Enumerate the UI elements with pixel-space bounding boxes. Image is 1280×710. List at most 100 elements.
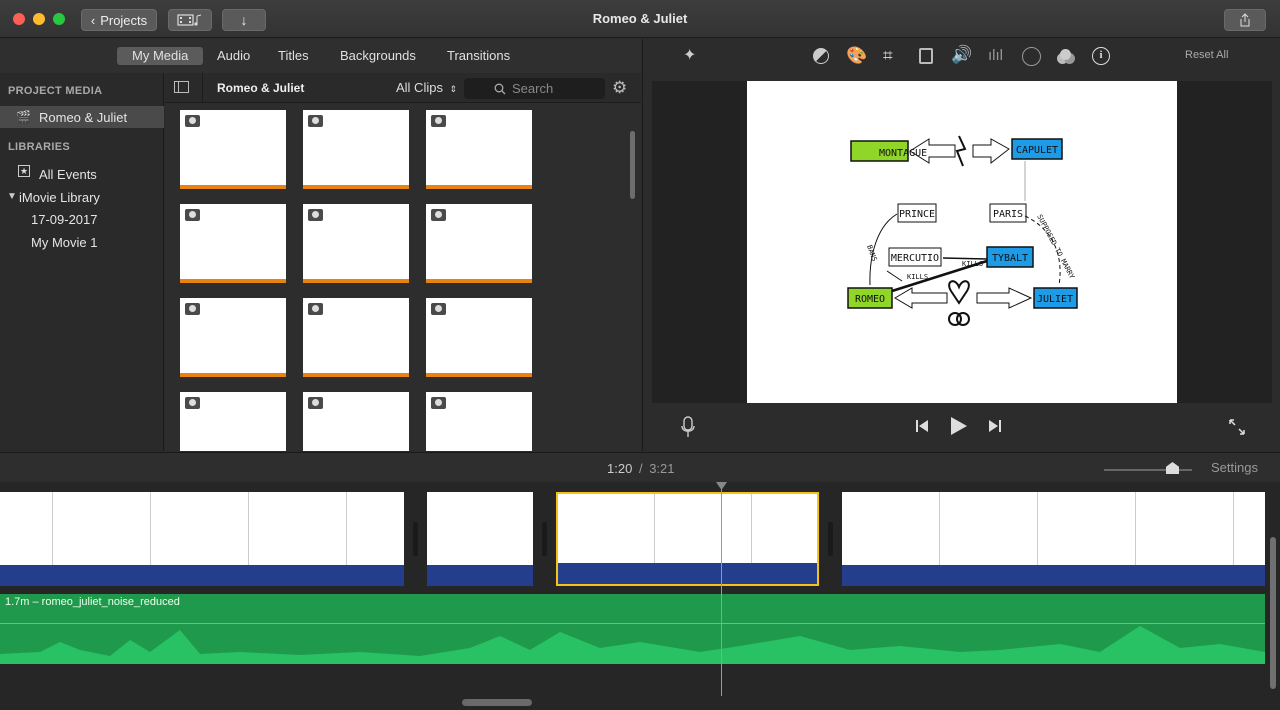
camera-icon (431, 115, 446, 127)
color-balance-icon[interactable] (813, 48, 829, 64)
browser-header: Romeo & Juliet All Clips ⇕ Search ⚙ (165, 73, 641, 103)
used-clip-indicator (426, 373, 532, 377)
media-browser: Romeo & Juliet All Clips ⇕ Search ⚙ (165, 73, 641, 451)
camera-icon (308, 303, 323, 315)
project-media-heading: PROJECT MEDIA (8, 85, 103, 97)
search-placeholder: Search (512, 81, 554, 96)
arrow-down-icon: ↓ (240, 12, 248, 28)
clip-thumbnail[interactable] (303, 204, 409, 283)
libraries-sidebar: PROJECT MEDIA 🎬 Romeo & Juliet LIBRARIES… (0, 73, 164, 451)
romeo-juliet-diagram: MONTAGUE CAPULET PRINCE PARIS MERCUTIO T… (847, 135, 1078, 326)
import-button[interactable]: ↓ (222, 9, 266, 31)
audio-clip[interactable]: 1.7m – romeo_juliet_noise_reduced (0, 594, 1265, 664)
disclosure-triangle-icon[interactable]: ▼ (7, 191, 17, 202)
viewer-panel: ✦ 🎨 ⌗ 🔊 ılıl i Reset All MONTAGUE CAPULE… (642, 39, 1280, 451)
used-clip-indicator (303, 279, 409, 283)
magic-wand-icon[interactable]: ✦ (683, 45, 696, 65)
transition-marker[interactable] (413, 522, 418, 556)
chevron-left-icon: ‹ (90, 12, 96, 28)
tab-transitions[interactable]: Transitions (432, 47, 525, 65)
play-icon[interactable] (949, 415, 969, 442)
tab-backgrounds[interactable]: Backgrounds (325, 47, 431, 65)
browser-title: Romeo & Juliet (217, 81, 305, 95)
reset-all-button[interactable]: Reset All (1185, 49, 1228, 61)
tab-my-media[interactable]: My Media (117, 47, 204, 65)
playhead-handle[interactable] (716, 482, 727, 490)
zoom-slider-knob[interactable] (1166, 462, 1179, 474)
diagram-tybalt: TYBALT (992, 253, 1028, 264)
sidebar-item-library-label: iMovie Library (19, 190, 100, 205)
camera-icon (185, 115, 200, 127)
minimize-window-button[interactable] (33, 13, 45, 25)
video-clip[interactable] (842, 492, 1265, 586)
share-icon (1240, 13, 1250, 27)
fullscreen-icon[interactable] (1228, 418, 1246, 441)
sidebar-item-event[interactable]: 17-09-2017 (31, 212, 98, 227)
transition-marker[interactable] (542, 522, 547, 556)
used-clip-indicator (180, 185, 286, 189)
used-clip-indicator (426, 185, 532, 189)
sidebar-item-movie[interactable]: My Movie 1 (31, 235, 97, 250)
volume-icon[interactable]: 🔊 (951, 45, 972, 65)
gear-icon[interactable]: ⚙ (612, 79, 627, 97)
clip-thumbnail[interactable] (303, 298, 409, 377)
speed-icon[interactable] (1022, 47, 1041, 66)
sidebar-item-all-events[interactable]: ★ All Events (0, 165, 164, 185)
close-window-button[interactable] (13, 13, 25, 25)
skip-forward-icon[interactable] (988, 419, 1002, 438)
video-clip[interactable] (427, 492, 533, 586)
diagram-bans: BANS (865, 244, 878, 263)
tab-audio[interactable]: Audio (202, 47, 265, 65)
tab-titles[interactable]: Titles (263, 47, 324, 65)
sidebar-toggle-icon[interactable] (174, 81, 189, 93)
diagram-prince: PRINCE (899, 209, 935, 220)
timeline: 1.7m – romeo_juliet_noise_reduced (0, 482, 1280, 710)
camera-icon (431, 303, 446, 315)
clip-thumbnail[interactable] (303, 110, 409, 189)
playhead[interactable] (721, 482, 722, 696)
sidebar-item-all-events-label: All Events (39, 167, 97, 182)
video-clip[interactable] (0, 492, 404, 586)
zoom-window-button[interactable] (53, 13, 65, 25)
clips-filter-label: All Clips (396, 80, 443, 95)
media-tabs: My Media Audio Titles Backgrounds Transi… (0, 39, 641, 73)
sidebar-item-library[interactable]: ▼ iMovie Library (0, 188, 164, 208)
diagram-supposed: SUPPOSED TO MARRY (1035, 213, 1076, 281)
libraries-heading: LIBRARIES (8, 141, 70, 153)
diagram-juliet: JULIET (1037, 294, 1073, 305)
diagram-kills-2: KILLS (962, 260, 983, 268)
clip-thumbnail[interactable] (180, 298, 286, 377)
timeline-settings-button[interactable]: Settings (1211, 460, 1258, 475)
crop-icon[interactable]: ⌗ (883, 46, 893, 66)
timeline-vertical-scrollbar[interactable] (1270, 537, 1276, 689)
clip-thumbnail[interactable] (180, 392, 286, 451)
browser-scrollbar[interactable] (630, 131, 635, 199)
filter-icon[interactable] (1057, 49, 1075, 65)
chevron-updown-icon: ⇕ (449, 84, 458, 94)
clip-thumbnail[interactable] (426, 298, 532, 377)
clip-thumbnail[interactable] (303, 392, 409, 451)
microphone-icon[interactable] (681, 416, 695, 437)
transition-marker[interactable] (828, 522, 833, 556)
sidebar-item-project[interactable]: 🎬 Romeo & Juliet (0, 106, 164, 128)
current-time: 1:20 (607, 461, 633, 476)
timeline-horizontal-scrollbar[interactable] (462, 699, 532, 706)
skip-back-icon[interactable] (915, 419, 929, 438)
clip-thumbnail[interactable] (426, 110, 532, 189)
equalizer-icon[interactable]: ılıl (988, 47, 1003, 64)
projects-button[interactable]: ‹ Projects (81, 9, 157, 31)
clip-thumbnail[interactable] (426, 392, 532, 451)
info-icon[interactable]: i (1092, 47, 1110, 65)
clip-thumbnail[interactable] (426, 204, 532, 283)
title-bar: ‹ Projects ↓ Romeo & Juliet (0, 0, 1280, 38)
search-input[interactable]: Search (464, 78, 605, 99)
media-view-button[interactable] (168, 9, 212, 31)
clips-filter-select[interactable]: All Clips ⇕ (396, 80, 457, 95)
share-button[interactable] (1224, 9, 1266, 31)
clip-thumbnail[interactable] (180, 204, 286, 283)
selected-video-clip[interactable] (556, 492, 819, 586)
stabilization-icon[interactable] (919, 48, 933, 64)
clip-grid (165, 103, 641, 451)
clip-thumbnail[interactable] (180, 110, 286, 189)
palette-icon[interactable]: 🎨 (846, 46, 867, 66)
